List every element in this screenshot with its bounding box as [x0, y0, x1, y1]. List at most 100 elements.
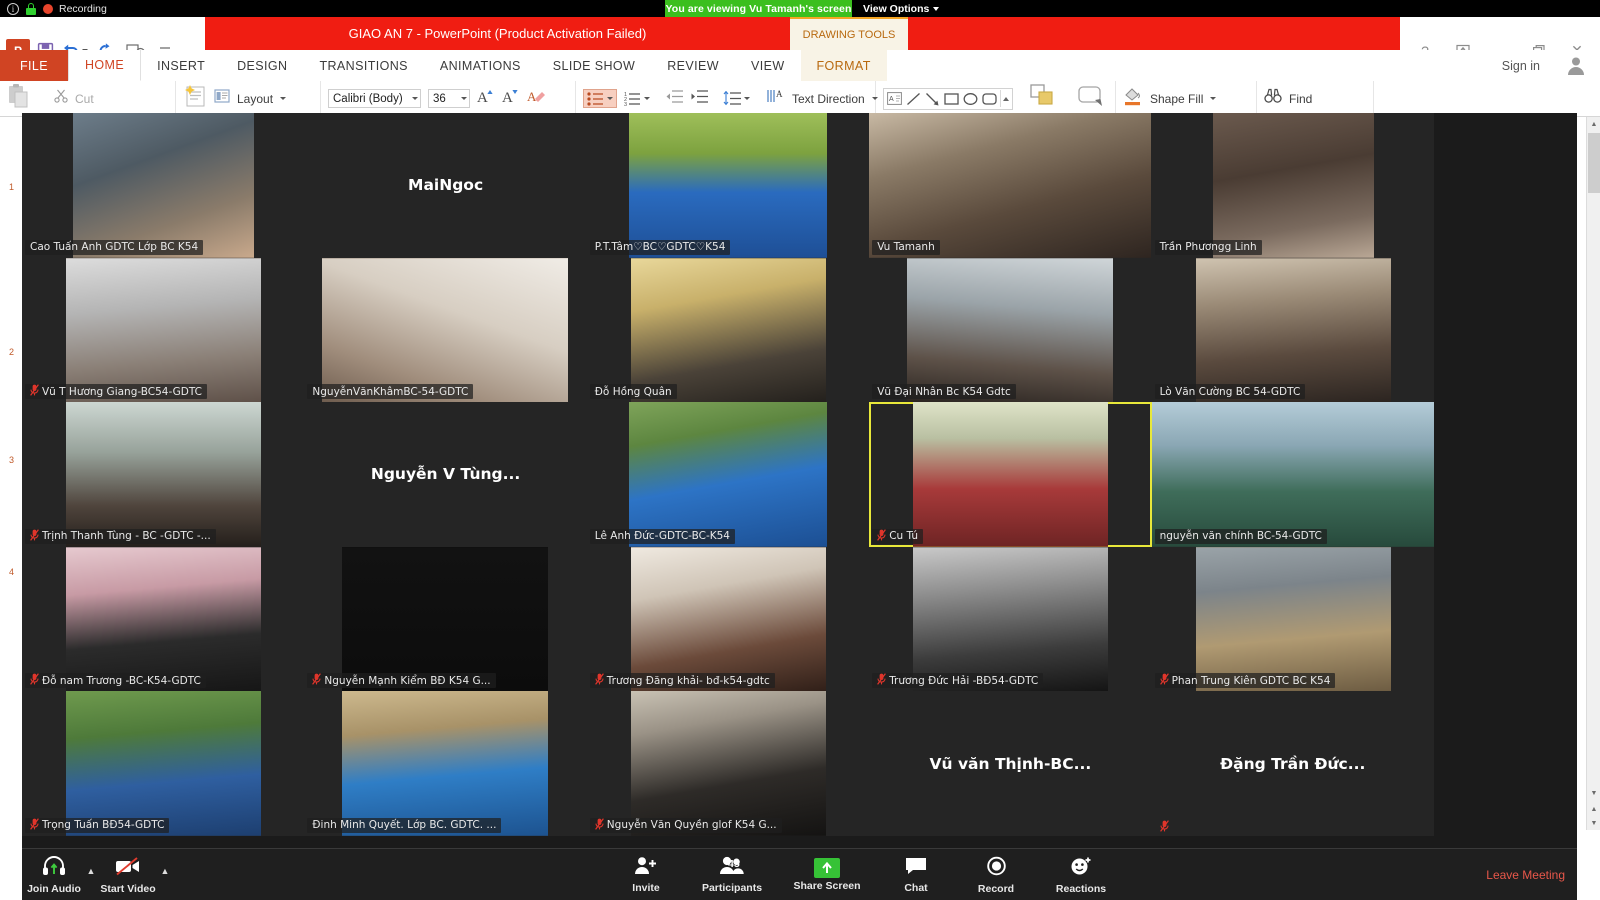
account-avatar-icon[interactable]: [1562, 52, 1590, 78]
chat-button[interactable]: Chat: [888, 849, 944, 900]
shape-fill-label[interactable]: Shape Fill: [1150, 92, 1203, 106]
participant-tile[interactable]: Đặng Trần Đức...: [1152, 691, 1434, 836]
numbering-icon[interactable]: 123: [624, 91, 650, 106]
invite-button[interactable]: Invite: [618, 849, 674, 900]
record-dot-icon[interactable]: [43, 4, 53, 14]
view-options-button[interactable]: View Options: [863, 0, 939, 17]
tab-insert[interactable]: INSERT: [141, 50, 221, 81]
shapes-more-icon[interactable]: [1000, 90, 1010, 107]
participant-tile[interactable]: nguyễn văn chính BC-54-GDTC: [1152, 402, 1434, 547]
chevron-down-icon[interactable]: [461, 97, 467, 100]
quick-styles-icon[interactable]: [1077, 84, 1105, 113]
participant-tile[interactable]: P.T.Tâm♡BC♡GDTC♡K54: [587, 113, 869, 258]
video-options-chevron-icon[interactable]: ▲: [156, 849, 174, 900]
shrink-font-icon[interactable]: A: [502, 87, 520, 110]
previous-slide-icon[interactable]: ▲: [1587, 802, 1600, 816]
participant-name-badge: Trần Phươngg Linh: [1155, 240, 1262, 255]
slide-thumbnail-pane[interactable]: 1 2 3 4: [0, 117, 22, 830]
start-video-button[interactable]: Start Video: [100, 849, 156, 900]
tab-slide-show[interactable]: SLIDE SHOW: [537, 50, 652, 81]
shape-fill-icon[interactable]: [1123, 86, 1143, 111]
chat-label: Chat: [904, 882, 927, 894]
chevron-down-icon[interactable]: [1210, 97, 1216, 100]
arrow-shape-icon[interactable]: [924, 90, 941, 107]
join-audio-button[interactable]: Join Audio: [26, 849, 82, 900]
participant-tile[interactable]: Trịnh Thanh Tùng - BC -GDTC -...: [22, 402, 304, 547]
grow-font-icon[interactable]: A: [477, 87, 495, 110]
participant-tile[interactable]: Vũ T Hương Giang-BC54-GDTC: [22, 258, 304, 403]
reactions-button[interactable]: Reactions: [1048, 849, 1114, 900]
participant-tile[interactable]: Đinh Minh Quyết. Lớp BC. GDTC. ...: [304, 691, 586, 836]
binoculars-icon[interactable]: [1264, 88, 1282, 109]
tab-format[interactable]: FORMAT: [801, 50, 887, 81]
scrollbar-thumb[interactable]: [1588, 133, 1600, 193]
audio-options-chevron-icon[interactable]: ▲: [82, 849, 100, 900]
tab-animations[interactable]: ANIMATIONS: [424, 50, 537, 81]
layout-label[interactable]: Layout: [237, 92, 273, 106]
slide-number-3: 3: [9, 455, 14, 465]
tab-design[interactable]: DESIGN: [221, 50, 303, 81]
participant-tile[interactable]: Trương Đăng khải- bđ-k54-gdtc: [587, 547, 869, 692]
cut-icon[interactable]: [54, 89, 68, 108]
info-circle-icon[interactable]: i: [7, 3, 19, 15]
scroll-up-arrow-icon[interactable]: ▲: [1587, 117, 1600, 131]
drawing-tools-contextual-tab[interactable]: DRAWING TOOLS: [790, 17, 908, 50]
arrange-icon[interactable]: [1030, 84, 1056, 113]
font-name-input[interactable]: Calibri (Body): [328, 89, 421, 108]
tab-view[interactable]: VIEW: [735, 50, 801, 81]
find-label[interactable]: Find: [1289, 92, 1312, 106]
new-slide-icon[interactable]: [183, 83, 207, 114]
chevron-down-icon[interactable]: [280, 97, 286, 100]
layout-icon[interactable]: [214, 88, 230, 109]
cut-label[interactable]: Cut: [75, 92, 94, 106]
lock-icon[interactable]: [26, 3, 36, 15]
chevron-down-icon[interactable]: [412, 97, 418, 100]
tab-home[interactable]: HOME: [68, 50, 141, 81]
participant-tile[interactable]: Đỗ Hồng Quân: [587, 258, 869, 403]
text-direction-label[interactable]: Text Direction: [792, 92, 865, 106]
participant-tile[interactable]: Lò Văn Cường BC 54-GDTC: [1152, 258, 1434, 403]
bullets-icon[interactable]: [583, 89, 617, 108]
participant-tile[interactable]: MaiNgoc: [304, 113, 586, 258]
paste-icon[interactable]: [7, 83, 31, 114]
participant-tile[interactable]: Cao Tuấn Anh GDTC Lớp BC K54: [22, 113, 304, 258]
text-box-shape-icon[interactable]: A: [886, 90, 903, 107]
next-slide-icon[interactable]: ▼: [1587, 816, 1600, 830]
tab-file[interactable]: FILE: [0, 50, 68, 81]
participant-video-feed: [73, 113, 254, 258]
participant-tile[interactable]: NguyễnVănKhâmBC-54-GDTC: [304, 258, 586, 403]
leave-meeting-button[interactable]: Leave Meeting: [1486, 849, 1565, 900]
participant-tile[interactable]: Vũ Đại Nhân Bc K54 Gdtc: [869, 258, 1151, 403]
vertical-scrollbar[interactable]: ▲ ▼ ▲ ▼: [1586, 117, 1600, 830]
participant-tile[interactable]: Nguyễn Mạnh Kiểm BĐ K54 G...: [304, 547, 586, 692]
participant-tile[interactable]: Lê Anh Đức-GDTC-BC-K54: [587, 402, 869, 547]
participant-tile[interactable]: Cu Tú: [869, 402, 1151, 547]
participants-button[interactable]: 45 Participants: [698, 849, 766, 900]
share-screen-button[interactable]: Share Screen: [790, 849, 864, 900]
text-direction-icon[interactable]: A: [767, 88, 785, 109]
participant-tile[interactable]: Nguyễn Văn Quyền glof K54 G...: [587, 691, 869, 836]
clear-formatting-icon[interactable]: A: [527, 87, 545, 110]
rectangle-shape-icon[interactable]: [943, 90, 960, 107]
participant-tile[interactable]: Trọng Tuấn BĐ54-GDTC: [22, 691, 304, 836]
line-shape-icon[interactable]: [905, 90, 922, 107]
sign-in-button[interactable]: Sign in: [1502, 50, 1540, 81]
tab-transitions[interactable]: TRANSITIONS: [303, 50, 423, 81]
rounded-rect-shape-icon[interactable]: [981, 90, 998, 107]
participant-tile[interactable]: Vũ văn Thịnh-BC...: [869, 691, 1151, 836]
participant-tile[interactable]: Đỗ nam Trương -BC-K54-GDTC: [22, 547, 304, 692]
decrease-indent-icon[interactable]: [665, 89, 683, 109]
shapes-gallery[interactable]: A: [883, 88, 1013, 110]
participant-tile[interactable]: Trần Phươngg Linh: [1152, 113, 1434, 258]
increase-indent-icon[interactable]: [690, 89, 708, 109]
oval-shape-icon[interactable]: [962, 90, 979, 107]
line-spacing-icon[interactable]: [723, 91, 750, 106]
record-button[interactable]: Record: [968, 849, 1024, 900]
tab-review[interactable]: REVIEW: [651, 50, 735, 81]
participant-tile[interactable]: Trương Đức Hải -BĐ54-GDTC: [869, 547, 1151, 692]
font-size-input[interactable]: 36: [428, 89, 470, 108]
scroll-down-arrow-icon[interactable]: ▼: [1587, 786, 1600, 800]
participant-tile[interactable]: Vu Tamanh: [869, 113, 1151, 258]
participant-tile[interactable]: Phan Trung Kiên GDTC BC K54: [1152, 547, 1434, 692]
participant-tile[interactable]: Nguyễn V Tùng...: [304, 402, 586, 547]
